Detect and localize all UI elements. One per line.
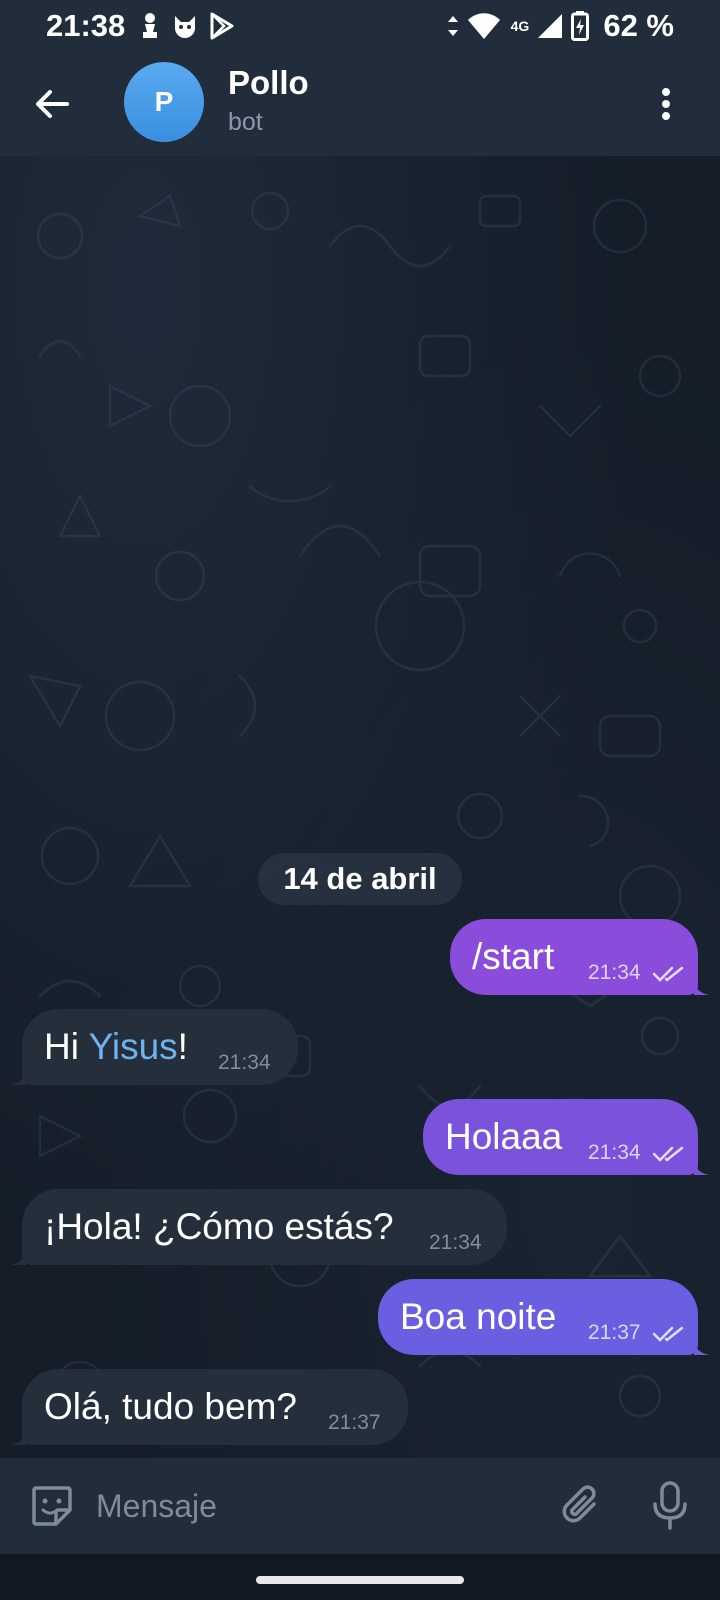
status-time: 21:38 bbox=[46, 8, 126, 43]
chat-subtitle: bot bbox=[228, 108, 263, 136]
back-button[interactable] bbox=[28, 80, 76, 128]
message-text: Olá, tudo bem? bbox=[44, 1386, 297, 1427]
outgoing-message[interactable]: Holaaa 21:34 bbox=[423, 1099, 710, 1175]
outgoing-message[interactable]: Boa noite 21:37 bbox=[378, 1279, 710, 1355]
double-check-icon bbox=[652, 1326, 684, 1342]
play-store-icon bbox=[210, 12, 234, 40]
microphone-icon bbox=[653, 1481, 687, 1530]
sticker-smile-icon bbox=[32, 1486, 72, 1526]
message-composer bbox=[0, 1458, 720, 1554]
sticker-button[interactable] bbox=[28, 1482, 76, 1530]
battery-charging-icon bbox=[571, 11, 590, 41]
date-separator: 14 de abril bbox=[258, 853, 462, 905]
status-bar: 21:38 4G 62 % bbox=[0, 0, 720, 52]
avatar-letter: P bbox=[154, 86, 174, 117]
cat-icon bbox=[175, 16, 196, 38]
message-text-prefix: Hi bbox=[44, 1026, 89, 1067]
message-time: 21:37 bbox=[588, 1321, 641, 1344]
battery-level: 62 % bbox=[603, 8, 674, 43]
message-text: Holaaa bbox=[445, 1116, 563, 1157]
incoming-message[interactable]: Hi Yisus! 21:34 bbox=[10, 1009, 298, 1085]
wifi-icon bbox=[467, 13, 500, 39]
more-vertical-icon bbox=[662, 88, 670, 120]
arrow-left-icon bbox=[36, 90, 69, 118]
data-arrows-icon bbox=[447, 16, 458, 36]
message-input[interactable] bbox=[96, 1478, 516, 1534]
message-time: 21:34 bbox=[588, 961, 641, 984]
more-options-button[interactable] bbox=[642, 80, 690, 128]
message-time: 21:37 bbox=[328, 1411, 381, 1434]
message-text: /start bbox=[472, 936, 555, 977]
network-type: 4G bbox=[510, 18, 530, 34]
attach-button[interactable] bbox=[558, 1482, 606, 1530]
system-navigation-bar bbox=[0, 1554, 720, 1600]
bubble-tail bbox=[10, 1431, 26, 1445]
message-text: Boa noite bbox=[400, 1296, 557, 1337]
outgoing-message[interactable]: /start 21:34 bbox=[450, 919, 710, 995]
incoming-message[interactable]: Olá, tudo bem? 21:37 bbox=[10, 1369, 408, 1445]
chess-pawn-icon bbox=[143, 13, 158, 38]
home-gesture-bar[interactable] bbox=[256, 1576, 464, 1584]
signal-icon bbox=[538, 14, 563, 38]
message-time: 21:34 bbox=[218, 1051, 271, 1074]
message-text-suffix: ! bbox=[177, 1026, 188, 1067]
double-check-icon bbox=[652, 966, 684, 982]
double-check-icon bbox=[652, 1146, 684, 1162]
paperclip-icon bbox=[562, 1485, 596, 1523]
chat-header: P Pollo bot bbox=[0, 52, 720, 156]
bubble-tail bbox=[10, 1251, 26, 1265]
incoming-message[interactable]: ¡Hola! ¿Cómo estás? 21:34 bbox=[10, 1189, 507, 1265]
bubble-tail bbox=[694, 1161, 710, 1175]
bubble-tail bbox=[694, 981, 710, 995]
voice-message-button[interactable] bbox=[650, 1480, 698, 1532]
message-text: ¡Hola! ¿Cómo estás? bbox=[44, 1206, 394, 1247]
user-mention-link[interactable]: Yisus bbox=[89, 1026, 178, 1067]
message-time: 21:34 bbox=[429, 1231, 482, 1254]
message-text: Hi Yisus! bbox=[44, 1026, 188, 1068]
bubble-tail bbox=[10, 1071, 26, 1085]
avatar[interactable]: P bbox=[124, 62, 204, 142]
bubble-tail bbox=[694, 1341, 710, 1355]
chat-title[interactable]: Pollo bbox=[228, 64, 309, 102]
chat-area[interactable]: 14 de abril /start 21:34 Hi Yisus! 21:34… bbox=[0, 156, 720, 1458]
message-time: 21:34 bbox=[588, 1141, 641, 1164]
